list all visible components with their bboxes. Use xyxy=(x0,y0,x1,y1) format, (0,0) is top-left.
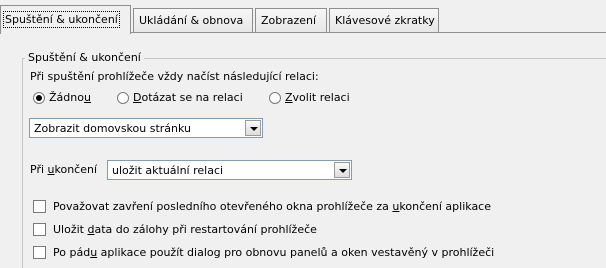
checkbox-icon[interactable] xyxy=(33,246,46,259)
tab-startup-shutdown[interactable]: Spuštění & ukončení xyxy=(0,5,131,34)
tab-bar: Spuštění & ukončení Ukládání & obnova Zo… xyxy=(0,5,606,34)
tab-label: Spuštění & ukončení xyxy=(3,11,120,28)
tab-keyboard-shortcuts[interactable]: Klávesové zkratky xyxy=(329,8,439,33)
tab-label: Ukládání & obnova xyxy=(139,14,244,27)
groupbox-legend: Spuštění & ukončení xyxy=(25,51,144,64)
chevron-down-icon[interactable] xyxy=(334,162,350,178)
chevron-down-icon[interactable] xyxy=(245,120,261,136)
tab-save-restore[interactable]: Ukládání & obnova xyxy=(133,8,253,33)
checkbox-label: Po pádu aplikace použít dialog pro obnov… xyxy=(53,246,495,259)
exit-action-select[interactable]: uložit aktuální relaci xyxy=(107,160,352,180)
radio-button-icon[interactable] xyxy=(33,92,45,104)
exit-label: Při ukončení xyxy=(30,163,98,176)
tab-label: Klávesové zkratky xyxy=(335,14,435,27)
startup-label: Při spuštění prohlížeče vždy načíst násl… xyxy=(30,70,319,83)
radio-label: Zvolit relaci xyxy=(285,91,350,104)
radio-button-icon[interactable] xyxy=(117,92,129,104)
checkbox-label: Považovat zavření posledního otevřeného … xyxy=(53,200,491,213)
checkbox-label: Uložit data do zálohy při restartování p… xyxy=(53,223,317,236)
radio-label: Žádnou xyxy=(49,91,91,104)
homepage-select[interactable]: Zobrazit domovskou stránku xyxy=(29,118,263,138)
tab-label: Zobrazení xyxy=(261,14,317,27)
tab-display[interactable]: Zobrazení xyxy=(255,8,327,33)
checkbox-icon[interactable] xyxy=(33,200,46,213)
checkbox-icon[interactable] xyxy=(33,223,46,236)
exit-action-select-value: uložit aktuální relaci xyxy=(112,164,224,177)
radio-label: Dotázat se na relaci xyxy=(133,91,243,104)
homepage-select-value: Zobrazit domovskou stránku xyxy=(34,122,192,135)
radio-button-icon[interactable] xyxy=(269,92,281,104)
